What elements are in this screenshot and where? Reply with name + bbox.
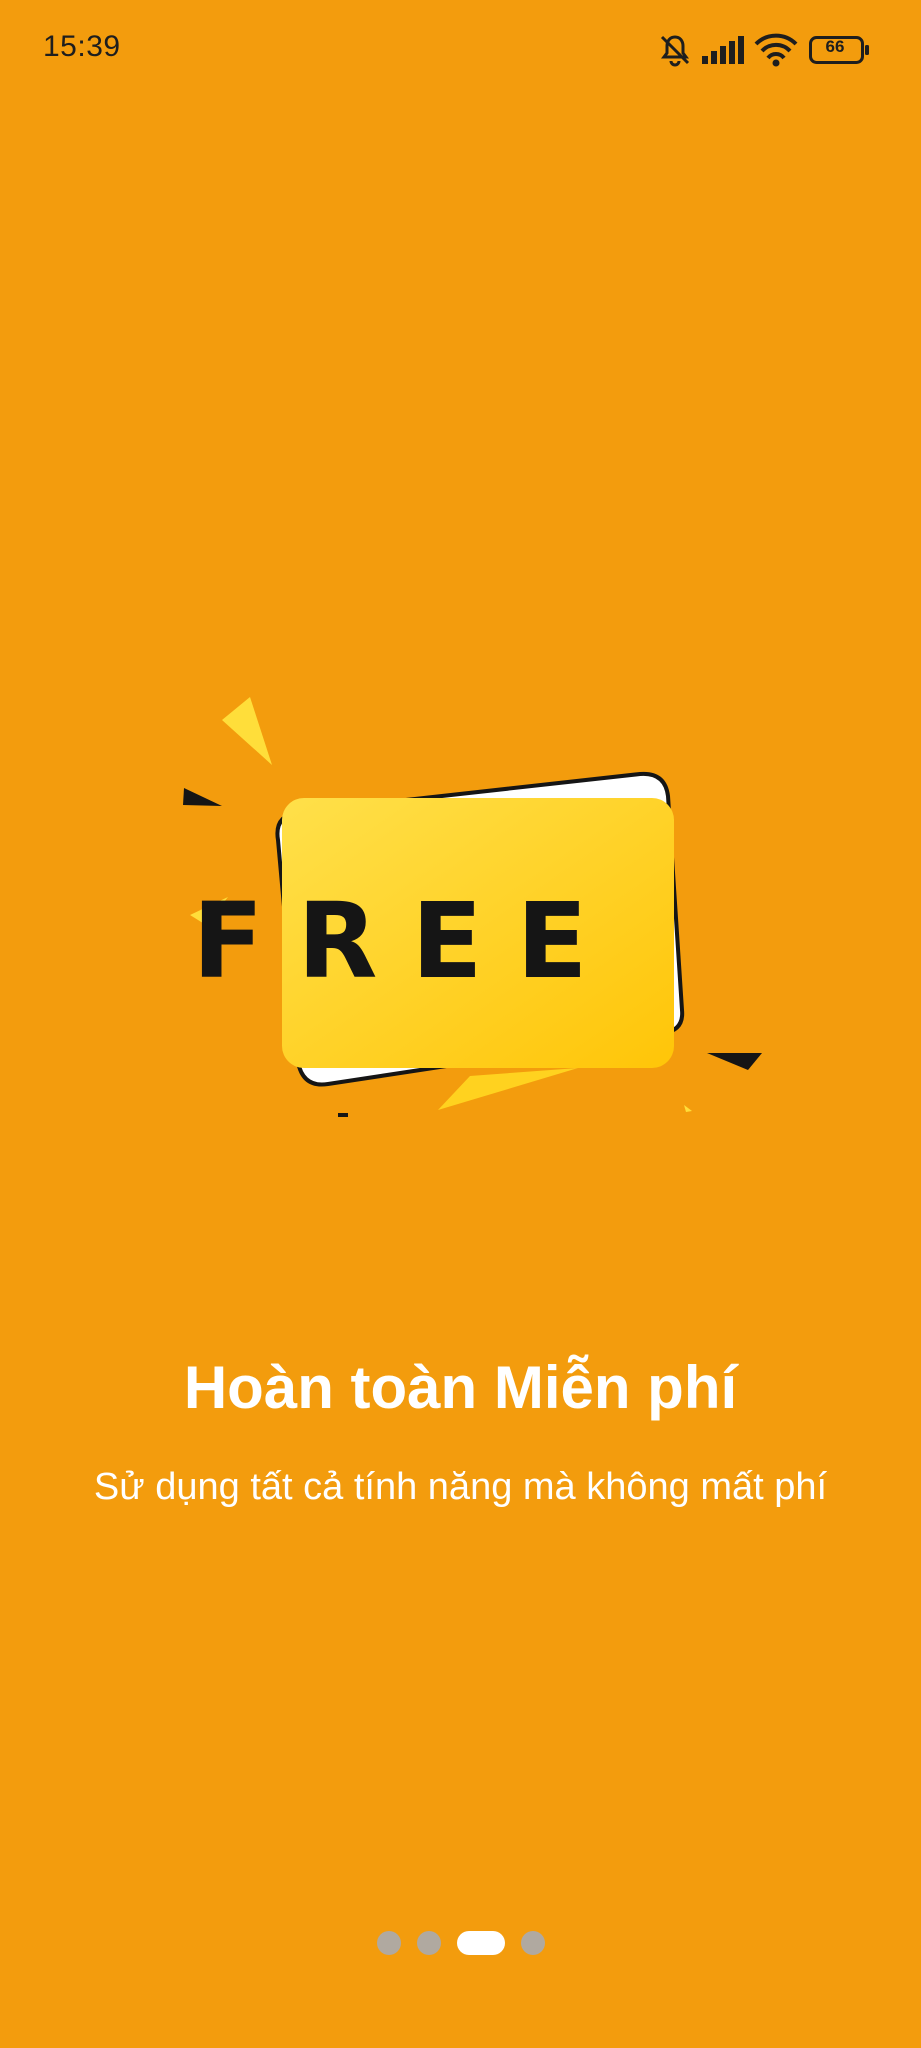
status-bar: 15:39 66 xyxy=(0,0,921,100)
onboarding-screen[interactable]: 15:39 66 FREE Hoàn toàn Miễn phí Sử dụng… xyxy=(0,0,921,2048)
badge-tail xyxy=(438,1068,578,1110)
battery-level: 66 xyxy=(825,37,845,56)
onboarding-subtitle: Sử dụng tất cả tính năng mà không mất ph… xyxy=(93,1466,828,1508)
confetti-triangle xyxy=(684,1105,692,1112)
page-dot[interactable] xyxy=(376,1931,401,1955)
status-time: 15:39 xyxy=(43,30,121,63)
page-dot[interactable] xyxy=(520,1931,545,1955)
confetti-triangle xyxy=(222,697,272,765)
confetti-dash xyxy=(338,1113,348,1117)
page-dot-active[interactable] xyxy=(456,1931,505,1955)
page-indicator xyxy=(0,1930,921,1956)
bell-muted-icon xyxy=(660,35,690,67)
confetti-triangle xyxy=(183,788,222,806)
badge-text: FREE xyxy=(192,880,622,1002)
onboarding-title: Hoàn toàn Miễn phí xyxy=(183,1354,738,1421)
signal-icon xyxy=(702,36,744,64)
page-dot[interactable] xyxy=(416,1931,441,1955)
wifi-icon xyxy=(754,33,798,67)
confetti-triangle xyxy=(707,1053,762,1070)
